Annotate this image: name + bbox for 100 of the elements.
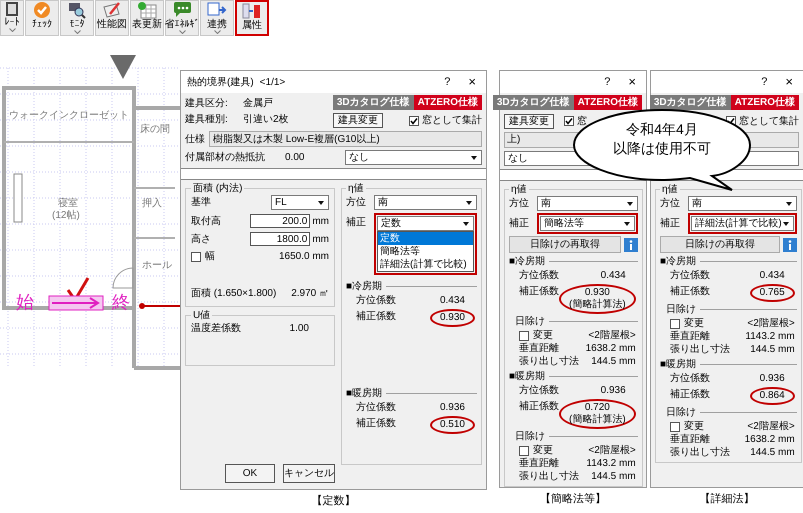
field-label: 方位: [509, 197, 530, 210]
field-value: 1.00: [290, 322, 309, 335]
checkbox-label: 変更: [684, 317, 704, 330]
row-label: 垂直距離: [519, 458, 559, 470]
row-value: 0.720: [584, 402, 610, 414]
page-indicator: <1/1>: [260, 76, 286, 88]
field-label: 高さ: [191, 232, 211, 246]
row-label: 補正係数: [670, 284, 710, 298]
info-label: 建具種別:: [185, 113, 229, 126]
row-label: 方位係数: [356, 400, 396, 414]
row-value: 0.936: [440, 402, 465, 414]
row-value: 144.5 mm: [750, 344, 795, 356]
end-label: 終: [112, 292, 130, 312]
method-note: (簡略計算法): [569, 414, 626, 426]
row-value: 1143.2 mm: [586, 458, 636, 470]
method-note: (簡略計算法): [569, 299, 626, 311]
row-value: 0.930: [584, 287, 610, 298]
group-title: η値: [510, 183, 528, 196]
subsection-heading: 日除け: [515, 430, 545, 443]
row-value: 0.510: [440, 419, 465, 431]
group-title: U値: [192, 309, 212, 322]
info-value: 金属戸: [243, 97, 273, 110]
row-value: 0.936: [760, 373, 785, 385]
window-title: 熱的境界(建具): [187, 76, 254, 88]
field-label: 付属部材の熱抵抗: [185, 151, 266, 164]
caption: 【定数】: [312, 494, 356, 508]
field-label: 補正: [509, 217, 530, 230]
row-label: 方位係数: [356, 294, 396, 307]
row-value: 144.5 mm: [591, 471, 636, 483]
checkbox-label: 窓として集計: [739, 114, 799, 128]
row-label: 補正係数: [356, 416, 396, 430]
checkbox-label: 窓: [577, 114, 587, 128]
row-value: 0.434: [600, 270, 626, 282]
row-label: 方位係数: [519, 268, 559, 282]
room-label: (12帖): [52, 210, 80, 221]
unit-label: mm: [312, 214, 329, 228]
row-label: 補正係数: [519, 284, 559, 298]
section-heading: ■冷房期: [346, 280, 382, 293]
row-label: 張り出し寸法: [670, 447, 730, 459]
caption: 【詳細法】: [700, 492, 754, 506]
row-value: 0.936: [600, 385, 626, 397]
room-label: 床の間: [140, 124, 170, 135]
row-value: 0.434: [440, 295, 465, 307]
row-value: 144.5 mm: [591, 356, 636, 368]
section-heading: ■暖房期: [660, 358, 696, 371]
field-label: 方位: [346, 196, 367, 209]
field-label: 仕様: [185, 132, 205, 146]
subsection-heading: 日除け: [666, 303, 696, 316]
checkbox-label: 窓として集計: [422, 114, 482, 127]
roof-label: <2階屋根>: [747, 317, 795, 330]
section-heading: ■暖房期: [509, 370, 546, 383]
field-label: 温度差係数: [191, 322, 241, 335]
room-label: ホール: [142, 260, 172, 271]
field-label: 基準: [191, 196, 211, 209]
row-value: 1638.2 mm: [586, 343, 636, 355]
group-title: 面積 (内法): [192, 182, 244, 195]
row-label: 垂直距離: [519, 343, 559, 355]
row-label: 垂直距離: [670, 331, 710, 343]
roof-label: <2階屋根>: [588, 329, 636, 342]
checkbox-label: 変更: [533, 444, 553, 457]
info-value: 引違い2枚: [243, 113, 289, 126]
field-label: 補正: [660, 217, 681, 230]
section-heading: ■冷房期: [660, 255, 696, 268]
room-label: ウォークインクローゼット: [9, 110, 129, 121]
room-label: 寝室: [58, 198, 78, 209]
field-label: 方位: [660, 197, 681, 210]
caption: 【簡略法等】: [540, 492, 606, 506]
field-value: 0.00: [285, 151, 306, 164]
group-title: η値: [347, 182, 365, 195]
row-label: 垂直距離: [670, 434, 710, 446]
group-title: η値: [661, 183, 679, 196]
field-value: 2.970 ㎡: [291, 287, 329, 300]
row-label: 補正係数: [519, 400, 559, 413]
info-label: 建具区分:: [185, 97, 229, 110]
row-value: 0.434: [760, 270, 785, 282]
row-label: 張り出し寸法: [519, 356, 579, 368]
row-label: 方位係数: [519, 384, 559, 397]
field-label: 面積 (1.650×1.800): [191, 287, 276, 300]
section-heading: ■冷房期: [509, 255, 546, 268]
field-label: 補正: [346, 216, 367, 229]
row-value: 0.864: [760, 390, 785, 402]
roof-label: <2階屋根>: [588, 444, 636, 457]
row-value: 1638.2 mm: [744, 434, 795, 446]
subsection-heading: 日除け: [666, 406, 696, 419]
row-label: 方位係数: [670, 268, 710, 282]
row-label: 補正係数: [356, 310, 396, 323]
roof-label: <2階屋根>: [747, 420, 795, 433]
unit-label: mm: [312, 232, 329, 246]
row-value: 0.765: [760, 287, 785, 299]
row-value: 1143.2 mm: [745, 331, 795, 343]
row-label: 方位係数: [670, 372, 710, 385]
start-label: 始: [16, 292, 34, 312]
row-label: 張り出し寸法: [519, 471, 579, 483]
field-value: 1650.0 mm: [278, 250, 329, 263]
field-label: 取付高: [191, 214, 221, 228]
subsection-heading: 日除け: [515, 315, 545, 328]
section-heading: ■暖房期: [346, 387, 382, 400]
room-label: 押入: [142, 198, 162, 209]
row-value: 144.5 mm: [750, 447, 795, 459]
row-value: 0.930: [440, 312, 465, 324]
